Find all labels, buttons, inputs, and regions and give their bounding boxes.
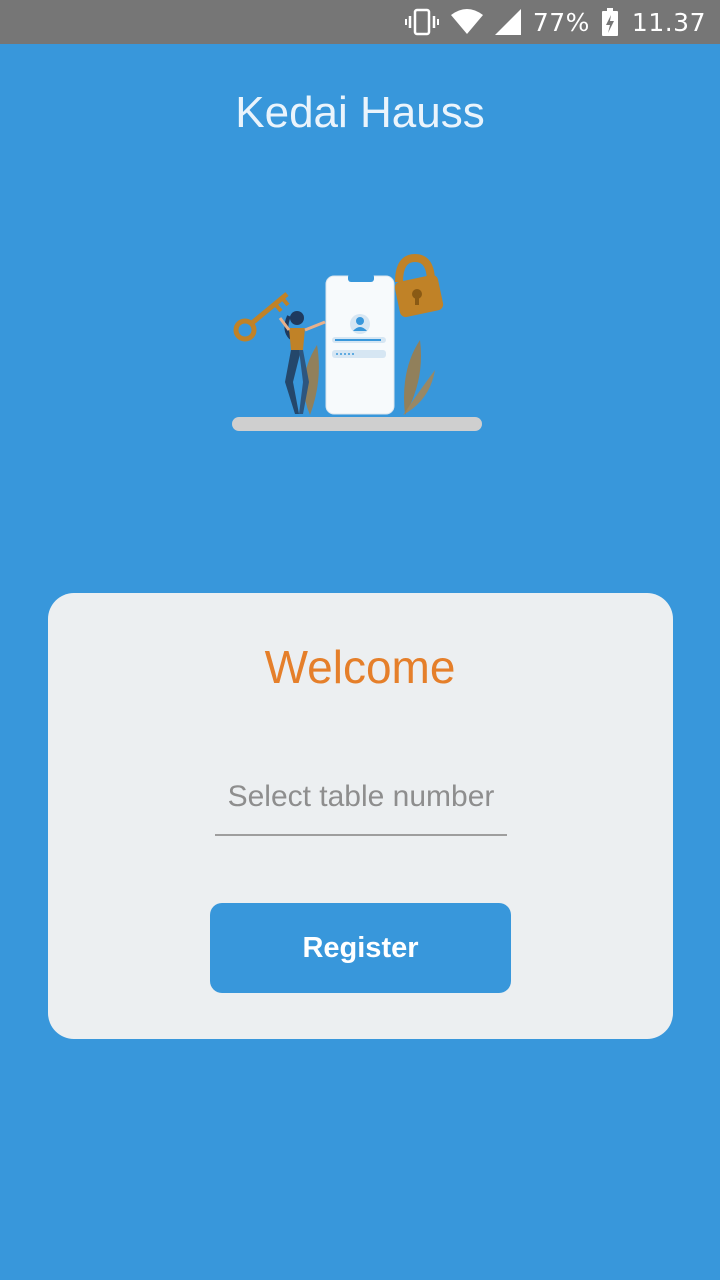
register-button[interactable]: Register bbox=[210, 903, 511, 993]
signal-icon bbox=[494, 9, 521, 35]
battery-charging-icon bbox=[601, 8, 618, 36]
welcome-heading: Welcome bbox=[264, 641, 456, 693]
status-bar: 77% 11.37 bbox=[0, 0, 720, 44]
table-number-input[interactable] bbox=[215, 760, 507, 836]
login-security-illustration bbox=[225, 250, 490, 440]
battery-percent: 77% bbox=[532, 7, 590, 37]
app-title: Kedai Hauss bbox=[235, 88, 485, 137]
vibrate-icon bbox=[404, 8, 439, 36]
clock: 11.37 bbox=[631, 7, 706, 37]
wifi-icon bbox=[450, 9, 483, 35]
